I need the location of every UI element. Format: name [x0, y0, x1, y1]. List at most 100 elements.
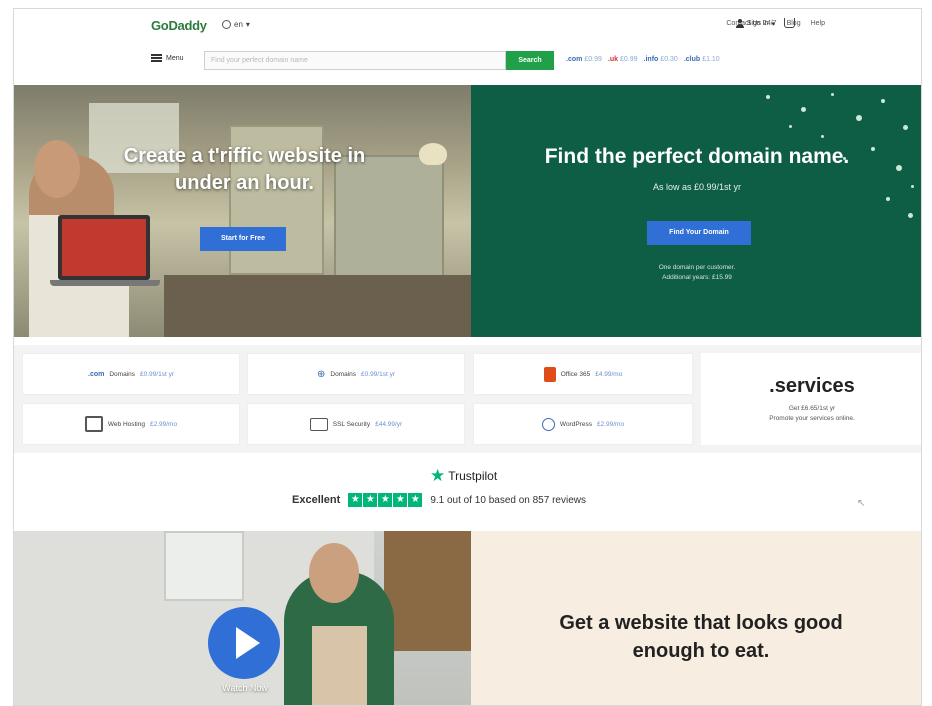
presenter-head: [34, 140, 80, 198]
pendant-lamp: [419, 143, 447, 165]
find-your-domain-button[interactable]: Find Your Domain: [647, 221, 751, 245]
trustpilot-brand: Trustpilot: [448, 469, 498, 483]
star-icon: ★: [348, 493, 363, 507]
menu-label: Menu: [166, 54, 184, 62]
tld-name: .info: [643, 56, 659, 63]
help-link[interactable]: Help: [811, 20, 825, 27]
lock-screen-icon: [309, 417, 328, 431]
com-tld-label: .com: [88, 370, 105, 378]
tld-name: .club: [683, 56, 701, 63]
decor-dot: [886, 197, 890, 201]
domain-banner: Find the perfect domain name. As low as …: [471, 85, 921, 337]
hero-section: Create a t'riffic website in under an ho…: [14, 85, 921, 337]
ssl-security-card[interactable]: SSL Security £44.99/yr: [247, 403, 465, 445]
sign-in-label: Sign In: [746, 20, 769, 27]
office-icon: [543, 366, 556, 382]
market-label: en: [234, 20, 243, 29]
decor-dot: [908, 213, 913, 218]
server-icon: [84, 416, 103, 432]
browser-frame: GoDaddy en ▾ Contact Us 24/7 Blog Help S…: [13, 8, 922, 706]
star-icon: ★: [408, 493, 423, 507]
decor-dot: [821, 135, 824, 138]
chevron-down-icon: ▾: [771, 20, 775, 28]
presenter-head: [309, 543, 359, 603]
bottom-section: Watch Now Get a website that looks good …: [14, 531, 921, 705]
top-bar: GoDaddy en ▾ Contact Us 24/7 Blog Help S…: [14, 9, 921, 41]
domain-price-subtitle: As low as £0.99/1st yr: [652, 182, 742, 192]
domain-note: One domain per customer. Additional year…: [471, 263, 921, 283]
card-price: £0.99/1st yr: [140, 370, 174, 378]
wordpress-card[interactable]: WordPress £2.99/mo: [473, 403, 693, 445]
decor-dot: [831, 93, 834, 96]
mouse-cursor-icon: ↖: [857, 498, 866, 509]
services-promo-card[interactable]: .services Get £6.65/1st yr Promote your …: [701, 353, 921, 445]
cart-icon[interactable]: [784, 18, 795, 28]
start-for-free-button[interactable]: Start for Free: [200, 227, 286, 251]
tld-price: £0.99: [584, 56, 602, 63]
rating-stars: ★ ★ ★ ★ ★: [348, 493, 423, 507]
hero-left-title: Create a t'riffic website in under an ho…: [123, 145, 366, 194]
domain-search-input[interactable]: Find your perfect domain name: [204, 51, 506, 70]
kitchen-window: [164, 531, 244, 601]
rating-word: Excellent: [292, 494, 341, 506]
tld-uk[interactable]: .uk £0.99: [608, 56, 638, 63]
star-icon: ★: [430, 466, 446, 485]
user-icon: [735, 19, 744, 28]
market-selector[interactable]: en ▾: [222, 20, 250, 29]
tld-club[interactable]: .club £1.10: [684, 56, 720, 63]
tld-info[interactable]: .info £0.30: [644, 56, 678, 63]
trustpilot-rating[interactable]: Excellent ★ ★ ★ ★ ★ 9.1 out of 10 based …: [292, 493, 586, 507]
services-title: .services: [769, 375, 855, 397]
sign-in-button[interactable]: Sign In ▾: [735, 19, 775, 28]
search-button[interactable]: Search: [506, 51, 554, 70]
search-row: Menu Find your perfect domain name Searc…: [14, 45, 921, 75]
website-builder-banner: Create a t'riffic website in under an ho…: [14, 85, 471, 337]
domain-title: Find the perfect domain name.: [544, 145, 850, 168]
laptop-base: [50, 280, 160, 286]
play-video-button[interactable]: [208, 607, 280, 679]
domain-note-line: Additional years: £15.99: [662, 274, 732, 281]
decor-dot: [856, 115, 862, 121]
card-price: £4.99/mo: [595, 370, 623, 378]
rating-score: 9.1 out of 10 based on 857 reviews: [430, 494, 586, 506]
star-icon: ★: [363, 493, 378, 507]
card-price: £44.99/yr: [375, 420, 403, 428]
domains-com-card[interactable]: .com Domains £0.99/1st yr: [22, 353, 240, 395]
trustpilot-section: ★ Trustpilot Excellent ★ ★ ★ ★ ★ 9.1 out…: [14, 453, 921, 531]
tld-price: £1.10: [702, 56, 720, 63]
card-label: Web Hosting: [107, 420, 145, 428]
decor-dot: [766, 95, 770, 99]
domains-uk-card[interactable]: ⊕ Domains £0.99/1st yr: [247, 353, 465, 395]
chevron-down-icon: ▾: [245, 20, 250, 29]
tld-price: £0.30: [660, 56, 678, 63]
domain-note-line: One domain per customer.: [658, 264, 736, 271]
tld-name: .com: [566, 56, 583, 63]
website-promo-title: Get a website that looks good enough to …: [559, 612, 843, 662]
video-banner: Watch Now: [14, 531, 471, 705]
trustpilot-logo[interactable]: ★ Trustpilot: [430, 466, 498, 485]
page: GoDaddy en ▾ Contact Us 24/7 Blog Help S…: [0, 0, 932, 706]
card-label: Office 365: [560, 370, 591, 378]
decor-dot: [881, 99, 885, 103]
godaddy-logo[interactable]: GoDaddy: [151, 18, 207, 33]
laptop-screen: [58, 215, 150, 280]
card-price: £2.99/mo: [149, 420, 178, 428]
hamburger-icon: [151, 54, 162, 62]
product-grid: .com Domains £0.99/1st yr ⊕ Domains £0.9…: [14, 345, 921, 453]
decor-dot: [903, 125, 908, 130]
decor-dot: [789, 125, 792, 128]
card-label: Domains: [109, 370, 136, 378]
card-price: £2.99/mo: [596, 420, 625, 428]
card-label: Domains: [330, 370, 357, 378]
card-label: SSL Security: [332, 420, 371, 428]
globe-icon: [222, 20, 231, 29]
watch-now-label[interactable]: Watch Now: [210, 683, 280, 693]
uk-flag-icon: ⊕: [316, 368, 326, 380]
presenter-apron: [312, 626, 367, 705]
tld-com[interactable]: .com £0.99: [566, 56, 602, 63]
web-hosting-card[interactable]: Web Hosting £2.99/mo: [22, 403, 240, 445]
office-365-card[interactable]: Office 365 £4.99/mo: [473, 353, 693, 395]
website-promo-panel: Get a website that looks good enough to …: [471, 531, 921, 705]
card-label: WordPress: [559, 420, 592, 428]
menu-button[interactable]: Menu: [151, 54, 184, 62]
